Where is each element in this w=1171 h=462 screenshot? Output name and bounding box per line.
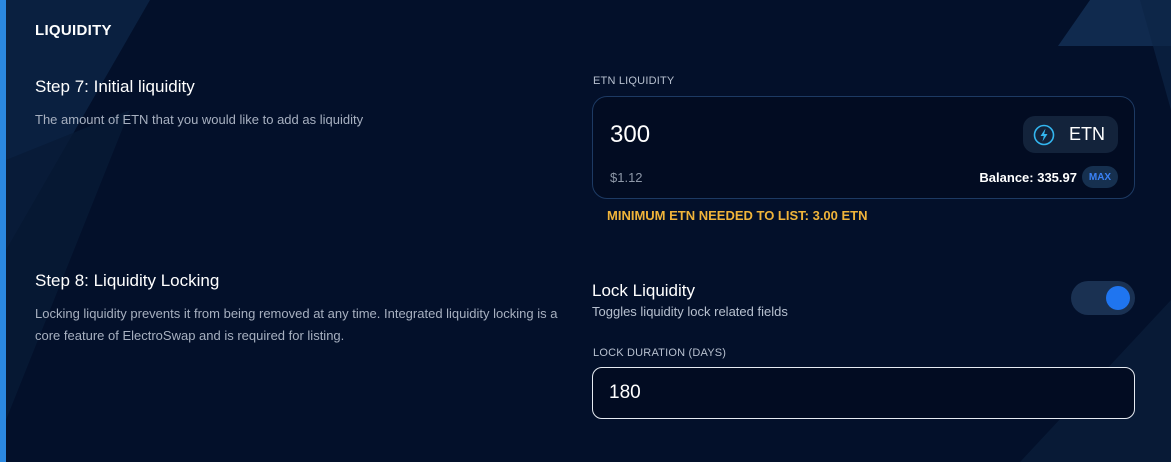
etn-liquidity-panel: 300 ETN $1.12 Balance: 335.97 MAX: [592, 96, 1135, 199]
etn-liquidity-label: ETN LIQUIDITY: [593, 75, 675, 87]
token-selector[interactable]: ETN: [1023, 116, 1118, 153]
step7-description: The amount of ETN that you would like to…: [35, 112, 364, 127]
etn-liquidity-amount-input[interactable]: 300: [610, 121, 650, 149]
step8-title: Step 8: Liquidity Locking: [35, 271, 220, 290]
max-button[interactable]: MAX: [1082, 166, 1118, 188]
usd-value: $1.12: [610, 170, 643, 185]
lock-liquidity-toggle[interactable]: [1071, 281, 1135, 315]
lightning-bolt-icon: [1033, 124, 1055, 146]
token-name: ETN: [1069, 124, 1105, 144]
lock-duration-label: LOCK DURATION (DAYS): [593, 347, 727, 359]
minimum-etn-warning: MINIMUM ETN NEEDED TO LIST: 3.00 ETN: [607, 208, 868, 223]
step8-description: Locking liquidity prevents it from being…: [35, 306, 558, 343]
lock-liquidity-subtitle: Toggles liquidity lock related fields: [592, 304, 788, 319]
section-title: LIQUIDITY: [35, 22, 112, 39]
toggle-knob: [1106, 286, 1130, 310]
step7-title: Step 7: Initial liquidity: [35, 77, 195, 96]
lock-liquidity-title: Lock Liquidity: [592, 281, 696, 300]
lock-duration-input[interactable]: [592, 367, 1135, 419]
balance-text: Balance: 335.97: [979, 170, 1077, 185]
